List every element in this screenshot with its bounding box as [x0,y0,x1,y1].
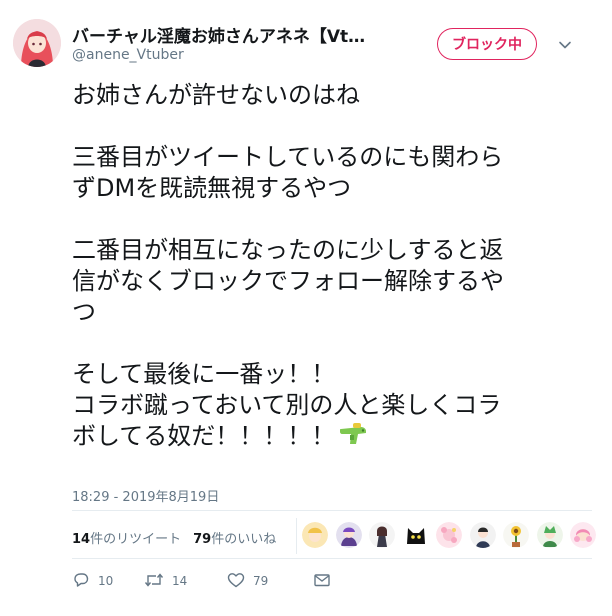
retweet-button[interactable]: 14 [144,571,227,592]
likes-stat[interactable]: 79件のいいね [193,528,276,547]
tweet-timestamp[interactable]: 18:29 - 2019年8月19日 [72,486,219,505]
text-line: そして最後に一番ッ！！ [72,360,336,388]
liker-avatar[interactable] [503,522,529,548]
envelope-icon [313,571,339,592]
reply-button[interactable]: 10 [72,571,144,592]
liker-avatars [302,522,604,548]
paragraph-3: 二番目が相互になったのに少しすると返 信がなくブロックでフォロー解除するや つ [72,235,572,328]
direct-message-button[interactable] [313,571,339,592]
tweet: バーチャル淫魔お姉さんアネネ【Vt… @anene_Vtuber ブロック中 お… [0,0,612,616]
user-handle[interactable]: @anene_Vtuber [72,47,184,63]
divider [72,510,592,511]
retweets-stat[interactable]: 14件のリツイート [72,528,181,547]
water-pistol-icon [339,422,369,456]
chevron-down-icon[interactable] [556,36,574,54]
liker-avatar[interactable] [570,522,596,548]
liker-avatar[interactable] [436,522,462,548]
like-button[interactable]: 79 [227,571,313,592]
likes-count: 79 [193,531,212,547]
tweet-actions: 10 14 79 [72,570,339,592]
reply-count: 10 [98,574,114,588]
text-line: 信がなくブロックでフォロー解除するや [72,267,504,295]
text-line: コラボ蹴っておいて別の人と楽しくコラ [72,391,502,419]
tweet-text: お姉さんが許せないのはね 三番目がツイートしているのにも関わら ずDMを既読無視… [72,80,572,456]
tweet-stats: 14件のリツイート 79件のいいね [72,522,288,552]
text-line: 二番目が相互になったのに少しすると返 [72,236,504,264]
paragraph-2: 三番目がツイートしているのにも関わら ずDMを既読無視するやつ [72,142,572,204]
paragraph-1: お姉さんが許せないのはね [72,80,572,111]
likes-label: 件のいいね [211,531,277,547]
text-line: ずDMを既読無視するやつ [72,174,352,202]
paragraph-4: そして最後に一番ッ！！ コラボ蹴っておいて別の人と楽しくコラ ボしてる奴だ！！！… [72,359,572,456]
liker-avatar[interactable] [536,522,563,548]
text-line-last: ボしてる奴だ！！！！！ [72,421,572,456]
text-line: お姉さんが許せないのはね [72,81,360,109]
heart-icon [227,571,253,592]
retweet-count: 14 [172,574,188,588]
liker-avatar[interactable] [402,522,429,548]
liker-avatar[interactable] [369,522,395,548]
liker-avatar[interactable] [302,522,328,548]
text-line: 三番目がツイートしているのにも関わら [72,143,504,171]
divider [72,558,592,559]
text-line: つ [72,298,96,326]
retweets-label: 件のリツイート [90,531,182,547]
divider [296,518,297,554]
like-count: 79 [253,574,269,588]
retweet-icon [144,571,172,592]
text-line: ボしてる奴だ！！！！！ [72,422,336,450]
reply-icon [72,571,98,592]
retweets-count: 14 [72,531,91,547]
blocked-button[interactable]: ブロック中 [437,28,537,60]
liker-avatar[interactable] [335,522,362,548]
author-avatar[interactable] [13,19,61,67]
liker-avatar[interactable] [469,522,496,548]
display-name[interactable]: バーチャル淫魔お姉さんアネネ【Vt… [72,22,402,47]
